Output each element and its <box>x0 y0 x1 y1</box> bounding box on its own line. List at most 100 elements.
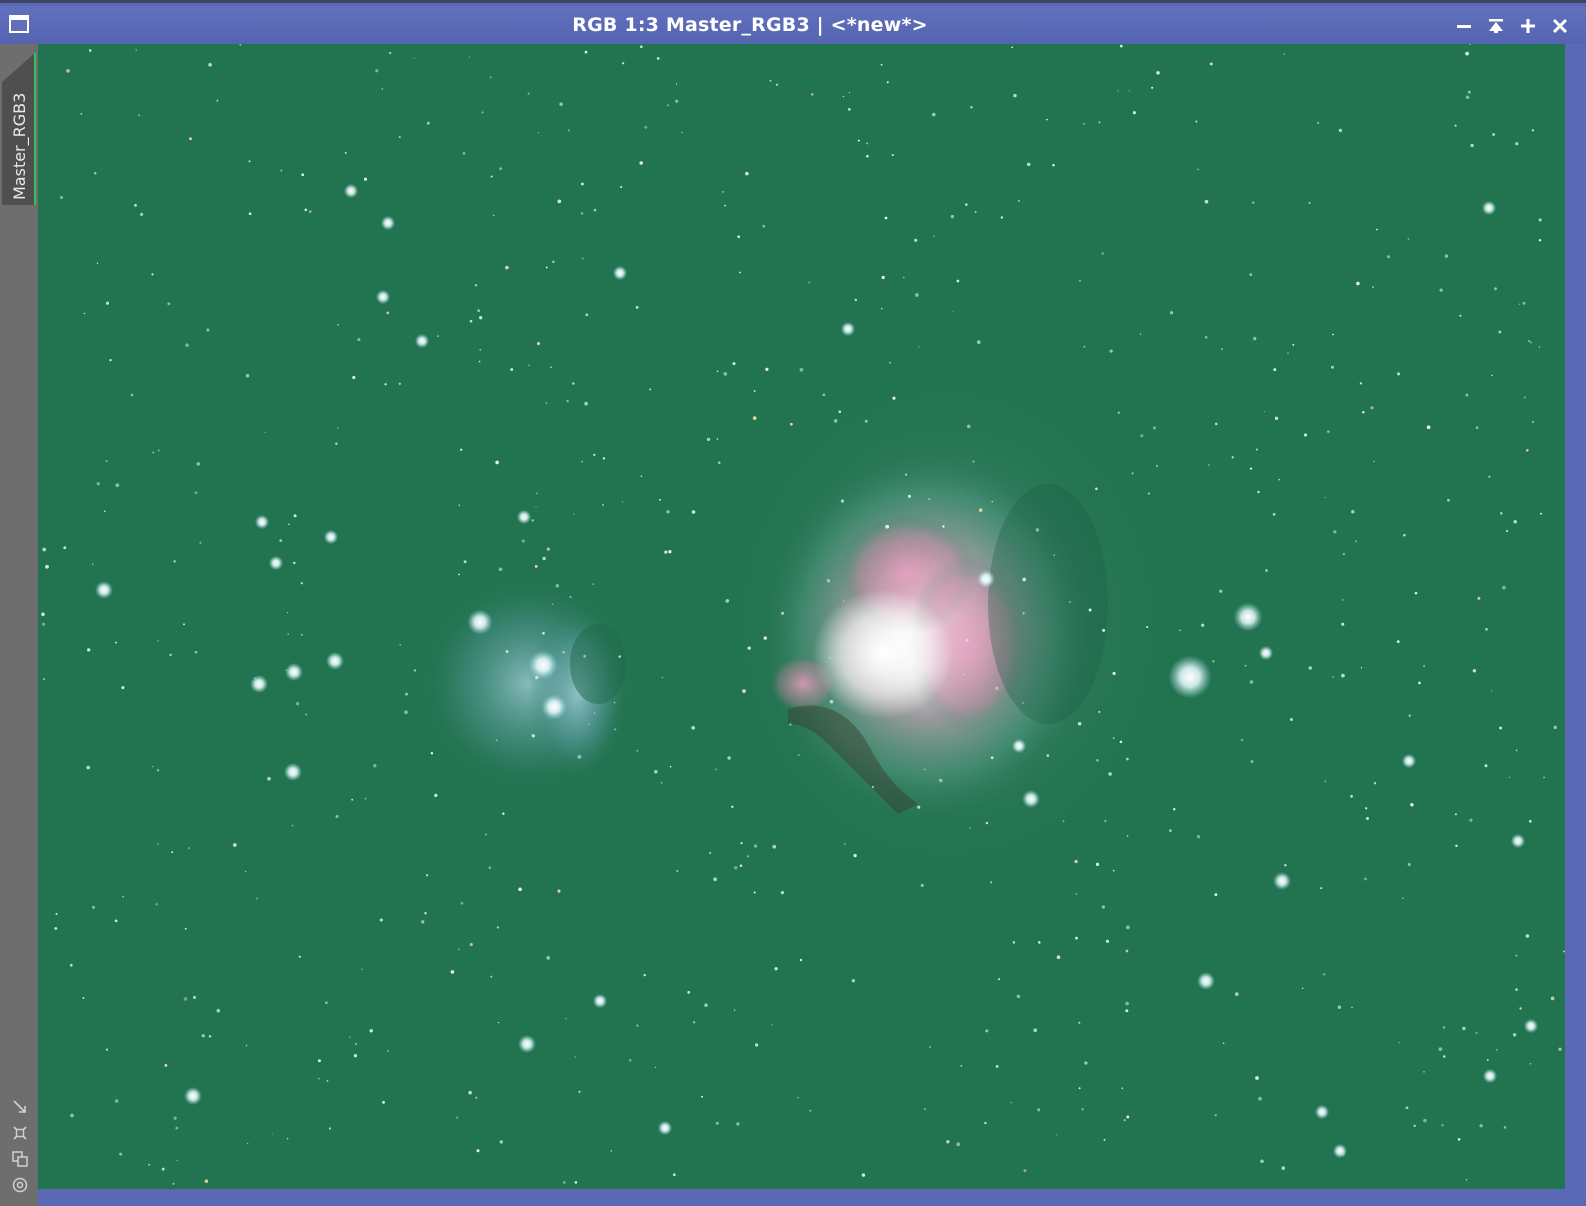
star <box>574 1056 577 1058</box>
star <box>1498 330 1502 334</box>
star <box>965 638 969 642</box>
star <box>572 382 575 385</box>
star <box>557 199 562 204</box>
star <box>1112 671 1116 676</box>
star <box>157 843 159 845</box>
star <box>772 844 777 849</box>
star <box>1104 820 1107 823</box>
shade-icon <box>1489 19 1503 33</box>
star <box>130 393 134 397</box>
star <box>185 343 189 347</box>
star <box>199 541 202 544</box>
star <box>1053 554 1056 556</box>
star <box>928 498 931 501</box>
star <box>731 805 734 808</box>
star <box>1272 513 1276 516</box>
star <box>531 734 536 738</box>
star <box>622 62 625 65</box>
star <box>384 383 387 386</box>
star <box>1038 941 1041 944</box>
maximize-button[interactable] <box>1516 13 1540 39</box>
star <box>722 191 724 193</box>
star <box>279 539 283 542</box>
star <box>87 648 91 652</box>
star <box>771 1024 773 1026</box>
star <box>268 555 284 571</box>
star <box>985 1029 989 1033</box>
star <box>1396 372 1401 376</box>
star <box>476 1149 480 1153</box>
star <box>1510 833 1526 849</box>
star <box>204 1179 209 1183</box>
star <box>430 751 434 755</box>
star <box>915 293 919 297</box>
star <box>636 750 639 752</box>
star <box>884 216 888 220</box>
star <box>1095 487 1098 491</box>
star <box>660 782 663 784</box>
star <box>1207 464 1210 466</box>
star <box>1324 780 1327 782</box>
star <box>991 500 994 503</box>
star <box>184 1087 202 1105</box>
star <box>1195 120 1198 123</box>
close-button[interactable] <box>1548 13 1572 39</box>
star <box>349 1036 351 1038</box>
minimize-button[interactable] <box>1452 13 1476 39</box>
window-title: RGB 1:3 Master_RGB3 | <*new*> <box>572 14 928 36</box>
star <box>740 841 743 845</box>
star <box>534 564 538 568</box>
star <box>1373 460 1375 463</box>
star <box>1022 702 1024 704</box>
star <box>1147 492 1150 495</box>
clone-icon[interactable] <box>10 1150 30 1168</box>
star <box>666 510 670 514</box>
image-canvas[interactable] <box>38 44 1565 1189</box>
star <box>1056 955 1061 960</box>
star <box>1249 467 1253 470</box>
star <box>134 203 137 207</box>
star <box>1518 303 1521 306</box>
star <box>1519 1007 1522 1010</box>
star <box>1418 681 1421 685</box>
expand-arrow-icon[interactable] <box>10 1098 30 1116</box>
view-tab[interactable]: Master_RGB3 <box>2 52 36 205</box>
star <box>148 1163 151 1166</box>
star <box>1088 608 1092 612</box>
star <box>1364 877 1367 881</box>
star <box>1098 121 1101 124</box>
star <box>1287 352 1289 355</box>
star <box>295 702 300 706</box>
star <box>933 235 935 238</box>
star <box>1414 591 1418 595</box>
fit-frame-icon[interactable] <box>10 1124 30 1142</box>
star <box>990 756 994 760</box>
star <box>580 212 584 215</box>
star <box>254 677 256 680</box>
star <box>985 821 989 825</box>
star <box>245 374 250 378</box>
star <box>1153 426 1156 430</box>
star <box>716 370 719 373</box>
star <box>187 847 191 850</box>
minimize-icon <box>1457 25 1471 28</box>
star <box>545 402 548 404</box>
shade-button[interactable] <box>1484 13 1508 39</box>
star <box>552 603 554 605</box>
star <box>833 419 838 423</box>
star <box>1125 1001 1129 1006</box>
star <box>798 754 800 756</box>
title-bar[interactable]: RGB 1:3 Master_RGB3 | <*new*> <box>0 6 1586 44</box>
target-icon[interactable] <box>10 1176 30 1194</box>
star <box>42 547 47 552</box>
star <box>80 112 83 115</box>
star <box>1512 1033 1517 1037</box>
star <box>691 725 696 730</box>
star <box>527 92 530 95</box>
star <box>1553 725 1557 730</box>
star <box>635 306 639 309</box>
star <box>353 1054 358 1058</box>
star <box>155 903 158 906</box>
star <box>1281 1166 1286 1170</box>
star <box>413 57 415 60</box>
